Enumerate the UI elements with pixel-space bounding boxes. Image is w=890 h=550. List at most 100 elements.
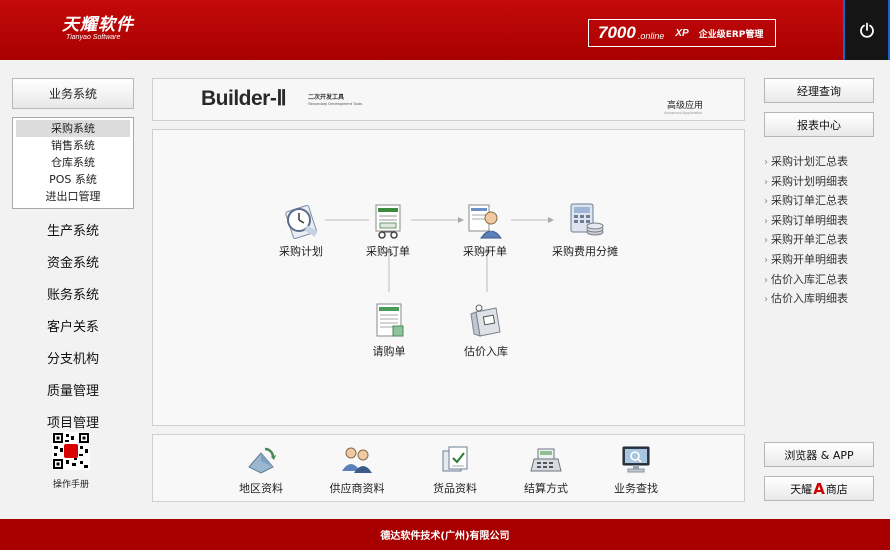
nav-item-project[interactable]: 项目管理 (12, 412, 134, 431)
request-form-icon (369, 302, 409, 340)
monitor-search-icon (618, 443, 654, 477)
subsystem-item-pos[interactable]: POS 系统 (16, 171, 130, 188)
builder-title: Builder-Ⅱ (201, 87, 287, 110)
nav-item-production[interactable]: 生产系统 (12, 220, 134, 239)
report-link[interactable]: › 采购计划明细表 (764, 172, 882, 192)
bag-tag-icon (466, 302, 506, 340)
report-link[interactable]: › 估价入库明细表 (764, 289, 882, 309)
flow-node-label: 请购单 (372, 345, 406, 358)
product-xp: XP (675, 27, 689, 39)
chevron-right-icon: › (764, 235, 768, 247)
product-number: 7000 (598, 23, 636, 42)
manager-query-button[interactable]: 经理查询 (764, 78, 874, 103)
nav-item-quality[interactable]: 质量管理 (12, 380, 134, 399)
tool-label: 结算方式 (524, 482, 568, 495)
tool-label: 供应商资料 (329, 482, 385, 495)
company-name: 德达软件技术(广州)有限公司 (380, 531, 510, 542)
nav-item-branch[interactable]: 分支机构 (12, 348, 134, 367)
flow-node-label: 采购费用分摊 (552, 245, 618, 258)
power-icon (859, 22, 874, 38)
flow-node-estimate-stock[interactable]: 估价入库 (446, 302, 526, 359)
flow-node-label: 采购订单 (366, 245, 410, 258)
flow-node-label: 采购计划 (279, 245, 323, 258)
clipboard-clock-icon (281, 202, 321, 240)
report-link[interactable]: › 采购订单汇总表 (764, 191, 882, 211)
tool-label: 地区资料 (239, 482, 283, 495)
tool-supplier-data[interactable]: 供应商资料 (317, 443, 397, 496)
flow-connectors (325, 217, 554, 292)
report-link[interactable]: › 采购开单明细表 (764, 250, 882, 270)
qr-code-icon[interactable] (52, 432, 90, 470)
product-online: .online (637, 30, 665, 41)
product-erp: 企业级ERP管理 (698, 29, 764, 40)
advanced-label-en: Advanced Application (664, 110, 703, 115)
flow-node-purchase-invoice[interactable]: 采购开单 (445, 202, 525, 259)
flow-node-label: 采购开单 (463, 245, 507, 258)
chevron-right-icon: › (764, 215, 768, 227)
product-badge: 7000 .online XP 企业级ERP管理 (588, 19, 776, 47)
report-link-label: 估价入库汇总表 (771, 272, 848, 286)
calculator-coins-icon (565, 202, 605, 240)
report-link-label: 采购计划汇总表 (771, 155, 848, 168)
report-link-label: 采购订单明细表 (771, 213, 848, 227)
store-label-left: 天耀 (790, 482, 813, 496)
subsystem-item-warehouse[interactable]: 仓库系统 (16, 154, 130, 171)
subsystem-list: 采购系统 销售系统 仓库系统 POS 系统 进出口管理 (12, 117, 134, 209)
chevron-right-icon: › (764, 254, 768, 266)
region-icon (243, 443, 279, 477)
report-link[interactable]: › 采购开单汇总表 (764, 230, 882, 250)
store-logo-a: A (813, 479, 825, 498)
tool-region-data[interactable]: 地区资料 (221, 443, 301, 496)
manual-label: 操作手册 (52, 480, 89, 490)
builder-subtitle-en: Secondary Development Tools (308, 101, 363, 106)
report-link-label: 估价入库明细表 (771, 292, 848, 306)
flow-node-purchase-request[interactable]: 请购单 (349, 302, 429, 359)
tool-goods-data[interactable]: 货品资料 (415, 443, 495, 496)
logo-en: Tianyao Software (66, 34, 121, 41)
tool-business-search[interactable]: 业务查找 (596, 443, 676, 496)
subsystem-item-sales[interactable]: 销售系统 (16, 137, 130, 154)
tool-label: 货品资料 (433, 482, 477, 495)
company-logo: 天耀软件 Tianyao Software (62, 16, 134, 41)
base-data-toolbar: 地区资料 供应商资料 货品资料 结算方式 业务查找 (152, 434, 745, 502)
store-label-right: 商店 (825, 482, 848, 496)
report-link[interactable]: › 采购计划汇总表 (764, 152, 882, 172)
report-link[interactable]: › 采购订单明细表 (764, 211, 882, 231)
builder-banner[interactable]: Builder-Ⅱ 二次开发工具 Secondary Development T… (152, 78, 745, 121)
app-header: 天耀软件 Tianyao Software 7000 .online XP 企业… (0, 0, 890, 60)
flow-node-purchase-order[interactable]: 采购订单 (348, 202, 428, 259)
flow-node-purchase-fee[interactable]: 采购费用分摊 (545, 202, 625, 259)
chevron-right-icon: › (764, 176, 768, 188)
cash-register-icon (528, 443, 564, 477)
goods-icon (437, 443, 473, 477)
tool-label: 业务查找 (614, 482, 658, 495)
nav-item-customer[interactable]: 客户关系 (12, 316, 134, 335)
flow-node-purchase-plan[interactable]: 采购计划 (261, 202, 341, 259)
report-link-label: 采购开单汇总表 (771, 233, 848, 247)
purchase-flow-panel: 采购计划 采购订单 采购开单 采购费用分摊 请购单 估价入库 (152, 129, 745, 426)
nav-item-funds[interactable]: 资金系统 (12, 252, 134, 271)
logo-cn: 天耀软件 (62, 15, 134, 35)
subsystem-item-import-export[interactable]: 进出口管理 (16, 188, 130, 205)
report-link[interactable]: › 估价入库汇总表 (764, 270, 882, 290)
supplier-icon (339, 443, 375, 477)
order-document-icon (368, 202, 408, 240)
report-link-label: 采购订单汇总表 (771, 194, 848, 208)
tool-settlement-method[interactable]: 结算方式 (506, 443, 586, 496)
nav-item-accounting[interactable]: 账务系统 (12, 284, 134, 303)
browser-app-button[interactable]: 浏览器 & APP (764, 442, 874, 467)
tianyao-store-button[interactable]: 天耀 A 商店 (764, 476, 874, 501)
report-link-label: 采购开单明细表 (771, 252, 848, 266)
flow-node-label: 估价入库 (464, 345, 508, 358)
report-center-button[interactable]: 报表中心 (764, 112, 874, 137)
chevron-right-icon: › (764, 157, 768, 168)
subsystem-item-purchase[interactable]: 采购系统 (16, 120, 130, 137)
report-link-label: 采购计划明细表 (771, 174, 848, 188)
chevron-right-icon: › (764, 274, 768, 286)
power-button[interactable] (843, 0, 890, 60)
chevron-right-icon: › (764, 196, 768, 208)
chevron-right-icon: › (764, 294, 768, 306)
report-list: › 采购计划汇总表 › 采购计划明细表 › 采购订单汇总表 › 采购订单明细表 › 采购开… (764, 152, 882, 309)
business-system-header[interactable]: 业务系统 (12, 78, 134, 109)
builder-subtitle-cn: 二次开发工具 (308, 94, 345, 101)
